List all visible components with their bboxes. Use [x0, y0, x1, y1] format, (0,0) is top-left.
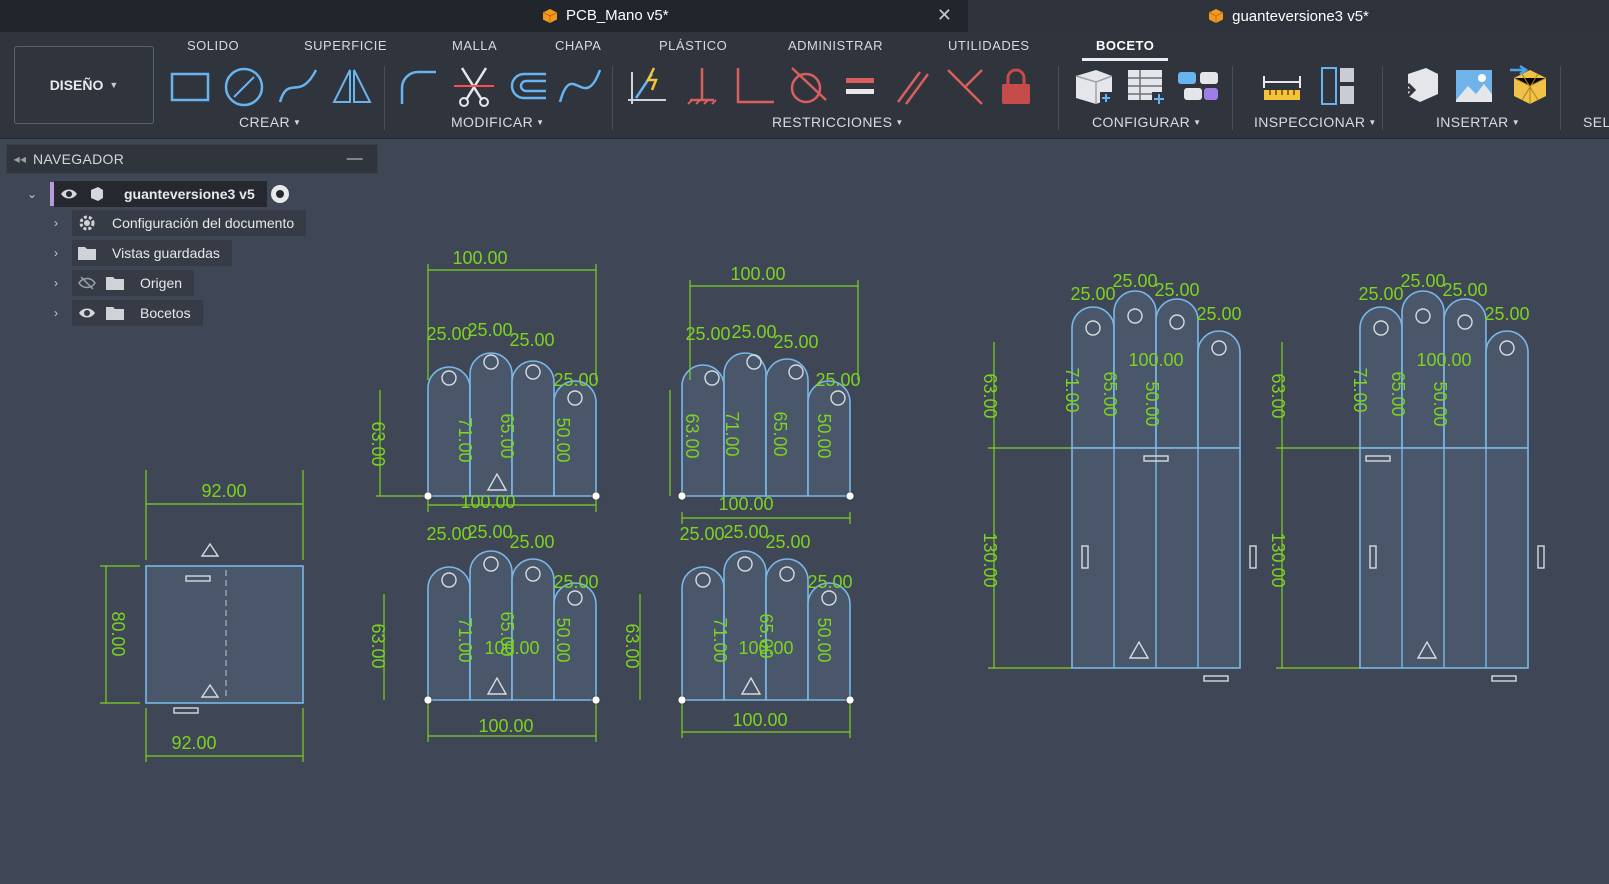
- svg-text:25.00: 25.00: [1484, 304, 1529, 324]
- navigator-root-label: guanteversione3 v5: [124, 186, 255, 202]
- svg-text:100.00: 100.00: [1128, 350, 1183, 370]
- navigator-item-origen[interactable]: › Origen: [48, 270, 195, 296]
- navigator-title: NAVEGADOR: [33, 151, 125, 167]
- svg-text:71.00: 71.00: [455, 417, 475, 462]
- svg-text:25.00: 25.00: [553, 370, 598, 390]
- svg-text:50.00: 50.00: [814, 617, 834, 662]
- gear-icon: [76, 212, 98, 234]
- svg-text:25.00: 25.00: [1112, 271, 1157, 291]
- svg-text:63.00: 63.00: [368, 623, 388, 668]
- hand-sketch-4: 25.00 25.00 25.00 25.00 63.00 71.00 65.0…: [622, 522, 855, 738]
- svg-text:25.00: 25.00: [815, 370, 860, 390]
- svg-text:50.00: 50.00: [553, 617, 573, 662]
- chevron-right-icon[interactable]: ›: [48, 246, 64, 260]
- svg-text:25.00: 25.00: [1400, 271, 1445, 291]
- svg-text:100.00: 100.00: [478, 716, 533, 736]
- chevron-down-icon[interactable]: ⌄: [24, 187, 40, 201]
- svg-text:100.00: 100.00: [730, 264, 785, 284]
- folder-icon: [104, 302, 126, 324]
- svg-text:50.00: 50.00: [1430, 381, 1450, 426]
- svg-text:25.00: 25.00: [509, 330, 554, 350]
- svg-text:25.00: 25.00: [426, 524, 471, 544]
- svg-text:71.00: 71.00: [455, 617, 475, 662]
- minimize-icon[interactable]: —: [347, 150, 363, 168]
- navigator-item-bocetos[interactable]: › Bocetos: [48, 300, 203, 326]
- eye-icon[interactable]: [58, 183, 80, 205]
- hand-sketch-2: 100.00 25.00 25.00 25.00 25.00 63.00 71.…: [669, 264, 861, 524]
- svg-text:25.00: 25.00: [685, 324, 730, 344]
- svg-text:71.00: 71.00: [1350, 367, 1370, 412]
- svg-text:65.00: 65.00: [1388, 371, 1408, 416]
- navigator-root-row[interactable]: ⌄ guanteversione3 v5: [24, 181, 289, 207]
- svg-text:25.00: 25.00: [679, 524, 724, 544]
- eye-icon[interactable]: [76, 302, 98, 324]
- component-icon: [86, 183, 108, 205]
- svg-text:25.00: 25.00: [807, 572, 852, 592]
- svg-text:100.00: 100.00: [484, 638, 539, 658]
- dim-width: 100.00: [452, 248, 507, 268]
- navigator-item-vistas[interactable]: › Vistas guardadas: [48, 240, 232, 266]
- svg-text:71.00: 71.00: [722, 411, 742, 456]
- sketch-canvas[interactable]: 92.00 92.00 80.00 100.00 25.00 25.00 25.…: [0, 0, 1609, 884]
- navigator-item-label: Origen: [140, 275, 183, 291]
- svg-text:25.00: 25.00: [731, 322, 776, 342]
- glove-sketch-1: 25.00 25.00 25.00 25.00 100.00 63.00 130…: [980, 271, 1257, 682]
- navigator-panel: ◂◂ NAVEGADOR —: [6, 144, 378, 174]
- svg-text:25.00: 25.00: [467, 320, 512, 340]
- svg-text:25.00: 25.00: [1070, 284, 1115, 304]
- svg-text:25.00: 25.00: [467, 522, 512, 542]
- dim-square-top: 92.00: [201, 481, 246, 501]
- navigator-item-label: Bocetos: [140, 305, 191, 321]
- svg-text:63.00: 63.00: [368, 421, 388, 466]
- svg-text:100.00: 100.00: [738, 638, 793, 658]
- svg-text:63.00: 63.00: [1268, 373, 1288, 418]
- hand-sketch-3: 25.00 25.00 25.00 25.00 63.00 71.00 65.0…: [368, 522, 601, 742]
- dim-square-side: 80.00: [108, 611, 128, 656]
- svg-text:50.00: 50.00: [814, 413, 834, 458]
- svg-text:25.00: 25.00: [1196, 304, 1241, 324]
- svg-text:63.00: 63.00: [682, 413, 702, 458]
- svg-text:63.00: 63.00: [622, 623, 642, 668]
- glove-sketch-2: 25.00 25.00 25.00 25.00 100.00 63.00 130…: [1268, 271, 1545, 682]
- navigator-header: ◂◂ NAVEGADOR —: [6, 144, 378, 174]
- chevron-right-icon[interactable]: ›: [48, 276, 64, 290]
- square-sketch: 92.00 92.00 80.00: [100, 470, 304, 762]
- svg-text:25.00: 25.00: [1358, 284, 1403, 304]
- svg-text:25.00: 25.00: [553, 572, 598, 592]
- dim-square-bottom: 92.00: [171, 733, 216, 753]
- svg-text:130.00: 130.00: [980, 532, 1000, 587]
- svg-text:100.00: 100.00: [1416, 350, 1471, 370]
- svg-text:25.00: 25.00: [1442, 280, 1487, 300]
- navigator-item-label: Configuración del documento: [112, 215, 295, 231]
- svg-text:50.00: 50.00: [1142, 381, 1162, 426]
- svg-text:71.00: 71.00: [710, 617, 730, 662]
- svg-text:65.00: 65.00: [770, 411, 790, 456]
- svg-text:25.00: 25.00: [426, 324, 471, 344]
- svg-text:100.00: 100.00: [718, 494, 773, 514]
- svg-text:25.00: 25.00: [509, 532, 554, 552]
- svg-text:25.00: 25.00: [773, 332, 818, 352]
- navigator-item-label: Vistas guardadas: [112, 245, 220, 261]
- chevron-right-icon[interactable]: ›: [48, 306, 64, 320]
- svg-text:100.00: 100.00: [732, 710, 787, 730]
- svg-text:25.00: 25.00: [1154, 280, 1199, 300]
- svg-text:25.00: 25.00: [765, 532, 810, 552]
- chevron-right-icon[interactable]: ›: [48, 216, 64, 230]
- svg-text:130.00: 130.00: [1268, 532, 1288, 587]
- eye-hidden-icon[interactable]: [76, 272, 98, 294]
- svg-text:65.00: 65.00: [497, 413, 517, 458]
- svg-text:65.00: 65.00: [1100, 371, 1120, 416]
- navigator-root[interactable]: guanteversione3 v5: [54, 181, 267, 207]
- navigator-item-configuracion[interactable]: › Configuración del documento: [48, 210, 307, 236]
- folder-icon: [76, 242, 98, 264]
- svg-text:25.00: 25.00: [723, 522, 768, 542]
- folder-icon: [104, 272, 126, 294]
- collapse-left-icon[interactable]: ◂◂: [7, 152, 33, 166]
- hand-sketch-1: 100.00 25.00 25.00 25.00 25.00 63.00 71.…: [368, 248, 601, 512]
- svg-text:71.00: 71.00: [1062, 367, 1082, 412]
- activate-radio-icon[interactable]: [270, 185, 289, 203]
- svg-text:63.00: 63.00: [980, 373, 1000, 418]
- svg-text:100.00: 100.00: [460, 492, 515, 512]
- svg-text:50.00: 50.00: [553, 417, 573, 462]
